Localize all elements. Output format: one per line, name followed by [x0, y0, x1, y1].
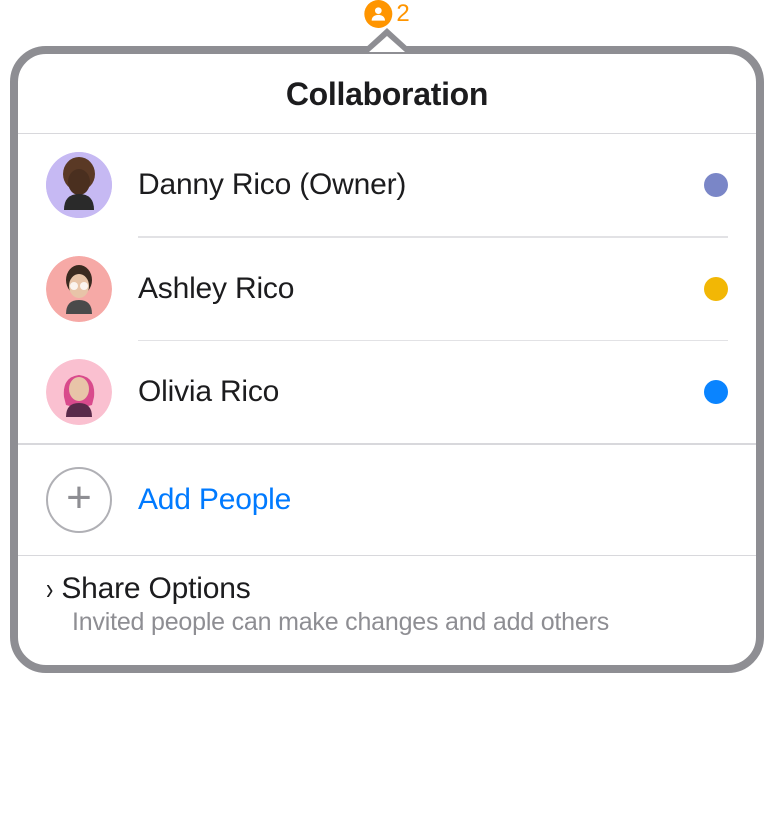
share-options-title: Share Options	[61, 572, 250, 606]
popover-arrow-inner	[369, 36, 405, 52]
participants-list: Danny Rico (Owner) Ashley Rico	[18, 134, 756, 443]
status-dot	[704, 173, 728, 197]
badge-count: 2	[396, 0, 409, 28]
person-icon	[364, 0, 392, 28]
popover-header: Collaboration	[18, 54, 756, 134]
avatar	[46, 256, 112, 322]
avatar	[46, 359, 112, 425]
participant-name: Danny Rico (Owner)	[138, 168, 704, 202]
collaboration-badge[interactable]: 2	[364, 0, 409, 28]
participant-name: Ashley Rico	[138, 272, 704, 306]
chevron-right-icon: ›	[46, 571, 53, 607]
participant-row[interactable]: Ashley Rico	[18, 238, 756, 340]
status-dot	[704, 277, 728, 301]
add-people-label: Add People	[138, 483, 291, 517]
status-dot	[704, 380, 728, 404]
popover-body: Collaboration Danny Rico (Owner)	[10, 46, 764, 673]
share-options-subtitle: Invited people can make changes and add …	[72, 608, 728, 637]
collaboration-popover: Collaboration Danny Rico (Owner)	[10, 28, 764, 655]
add-people-button[interactable]: + Add People	[18, 445, 756, 555]
avatar	[46, 152, 112, 218]
share-options-header: › Share Options	[46, 572, 728, 606]
participant-row[interactable]: Danny Rico (Owner)	[18, 134, 756, 236]
plus-icon: +	[46, 467, 112, 533]
participant-row[interactable]: Olivia Rico	[18, 341, 756, 443]
share-options-button[interactable]: › Share Options Invited people can make …	[18, 556, 756, 665]
popover-title: Collaboration	[18, 76, 756, 113]
participant-name: Olivia Rico	[138, 375, 704, 409]
